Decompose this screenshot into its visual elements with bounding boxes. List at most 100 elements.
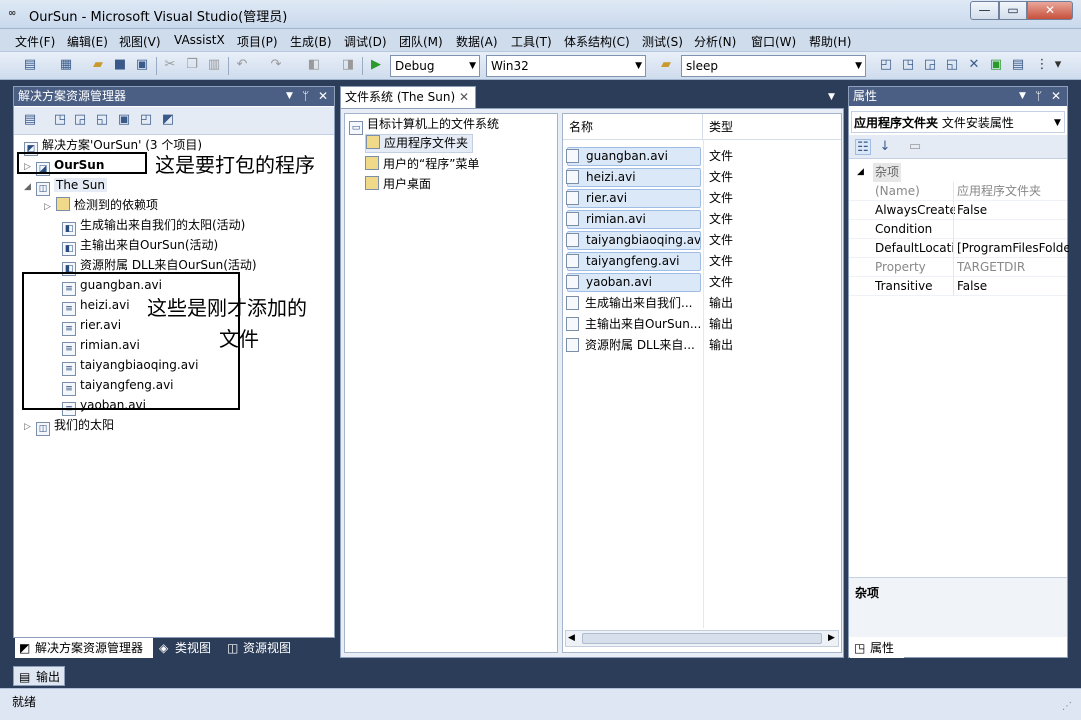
horizontal-scrollbar[interactable]: ◀ ▶: [565, 630, 839, 647]
file-node[interactable]: ≡ taiyangbiaoqing.avi: [62, 355, 199, 376]
menu-tools[interactable]: 工具(T): [511, 33, 552, 50]
copy-icon[interactable]: ❐: [184, 57, 200, 73]
file-node[interactable]: ≡ rier.avi: [62, 315, 121, 336]
close-window-button[interactable]: ✕: [1027, 1, 1073, 20]
pin-icon[interactable]: ᛘ: [302, 87, 309, 106]
scrollbar-thumb[interactable]: [582, 633, 822, 644]
expand-arrow-icon[interactable]: ▷: [24, 417, 36, 437]
file-types-editor-icon[interactable]: ◱: [94, 112, 110, 128]
tab-properties[interactable]: ◳ 属性: [850, 638, 904, 658]
panel-menu-icon[interactable]: ▼: [286, 87, 293, 106]
menu-help[interactable]: 帮助(H): [809, 33, 851, 50]
list-item[interactable]: rimian.avi 文件: [563, 209, 841, 230]
custom-actions-editor-icon[interactable]: ◰: [138, 112, 154, 128]
list-item[interactable]: 生成输出来自我们... 输出: [563, 293, 841, 314]
resize-grip-icon[interactable]: ⋰: [1062, 701, 1072, 712]
navigate-back-icon[interactable]: ◧: [306, 57, 322, 73]
close-tab-icon[interactable]: ✕: [459, 87, 469, 107]
cut-icon[interactable]: ✂: [162, 57, 178, 73]
navigate-forward-icon[interactable]: ◨: [340, 57, 356, 73]
tab-output[interactable]: ▤ 输出: [13, 666, 65, 686]
property-row[interactable]: AlwaysCreate False: [849, 201, 1067, 220]
close-panel-icon[interactable]: ✕: [318, 87, 328, 106]
property-pages-icon[interactable]: ▭: [907, 139, 923, 155]
output-node[interactable]: ◧ 生成输出来自我们的太阳(活动): [62, 215, 245, 236]
menu-file[interactable]: 文件(F): [15, 33, 55, 50]
list-item[interactable]: 主输出来自OurSun... 输出: [563, 314, 841, 335]
find-combo[interactable]: sleep ▼: [681, 55, 866, 77]
file-node[interactable]: ≡ rimian.avi: [62, 335, 140, 356]
file-node[interactable]: ≡ heizi.avi: [62, 295, 130, 316]
menu-test[interactable]: 测试(S): [642, 33, 683, 50]
property-row[interactable]: (Name) 应用程序文件夹: [849, 182, 1067, 201]
undo-icon[interactable]: ↶: [234, 57, 250, 73]
add-item-icon[interactable]: ▦: [58, 57, 74, 73]
toolbar-options-icon[interactable]: ⋮: [1034, 57, 1050, 73]
menu-window[interactable]: 窗口(W): [751, 33, 796, 50]
menu-data[interactable]: 数据(A): [456, 33, 498, 50]
file-node[interactable]: ≡ yaoban.avi: [62, 395, 146, 416]
menu-architecture[interactable]: 体系结构(C): [564, 33, 630, 50]
solution-platform-combo[interactable]: Win32 ▼: [486, 55, 646, 77]
collapse-arrow-icon[interactable]: ◢: [24, 177, 36, 197]
tree-item-programs-menu[interactable]: 用户的“程序”菜单: [365, 154, 479, 174]
property-row[interactable]: Property TARGETDIR: [849, 258, 1067, 277]
solution-explorer-icon[interactable]: ◰: [878, 57, 894, 73]
tab-class-view[interactable]: ◈ 类视图: [155, 638, 221, 658]
project-node-thesun[interactable]: ◢ ◫ The Sun: [24, 175, 107, 197]
project-node-ourtaiyang[interactable]: ▷ ◫ 我们的太阳: [24, 415, 114, 437]
list-item[interactable]: rier.avi 文件: [563, 188, 841, 209]
menu-vassistx[interactable]: VAssistX: [174, 33, 225, 47]
tree-item-user-desktop[interactable]: 用户桌面: [365, 174, 431, 194]
categorized-icon[interactable]: ☷: [855, 139, 871, 155]
tab-toolbox[interactable]: ✕ 工具箱: [906, 638, 976, 658]
object-browser-icon[interactable]: ◲: [922, 57, 938, 73]
minimize-button[interactable]: —: [970, 1, 999, 20]
start-page-icon[interactable]: ▣: [988, 57, 1004, 73]
solution-configuration-combo[interactable]: Debug ▼: [390, 55, 480, 77]
list-item[interactable]: yaoban.avi 文件: [563, 272, 841, 293]
menu-analyze[interactable]: 分析(N): [694, 33, 736, 50]
start-debugging-icon[interactable]: ▶: [368, 57, 384, 73]
save-icon[interactable]: ■: [112, 57, 128, 73]
property-row[interactable]: DefaultLocation[ProgramFilesFolder]: [849, 239, 1069, 258]
output-node[interactable]: ◧ 主输出来自OurSun(活动): [62, 235, 218, 256]
menu-edit[interactable]: 编辑(E): [67, 33, 108, 50]
open-folder-icon[interactable]: ▰: [90, 57, 106, 73]
document-list-icon[interactable]: ▼: [828, 92, 835, 102]
scroll-right-icon[interactable]: ▶: [828, 631, 835, 646]
tree-root[interactable]: ▭ 目标计算机上的文件系统: [349, 114, 499, 135]
list-item[interactable]: guangban.avi 文件: [563, 146, 841, 167]
menu-team[interactable]: 团队(M): [399, 33, 443, 50]
file-node[interactable]: ≡ taiyangfeng.avi: [62, 375, 174, 396]
new-project-icon[interactable]: ▤: [22, 57, 38, 73]
detected-dependencies-node[interactable]: ▷ 检测到的依赖项: [44, 195, 158, 215]
toolbar-overflow-icon[interactable]: ▾: [1050, 57, 1066, 73]
list-item[interactable]: heizi.avi 文件: [563, 167, 841, 188]
menu-view[interactable]: 视图(V): [119, 33, 161, 50]
registry-editor-icon[interactable]: ◲: [72, 112, 88, 128]
save-all-icon[interactable]: ▣: [134, 57, 150, 73]
extension-manager-icon[interactable]: ▤: [1010, 57, 1026, 73]
collapse-arrow-icon[interactable]: ◢: [857, 163, 864, 182]
properties-icon[interactable]: ▤: [22, 112, 38, 128]
paste-icon[interactable]: ▥: [206, 57, 222, 73]
tab-file-system[interactable]: 文件系统 (The Sun) ✕: [340, 86, 476, 108]
property-row[interactable]: Transitive False: [849, 277, 1067, 296]
panel-menu-icon[interactable]: ▼: [1019, 87, 1026, 106]
redo-icon[interactable]: ↷: [268, 57, 284, 73]
menu-debug[interactable]: 调试(D): [344, 33, 387, 50]
column-header-name[interactable]: 名称: [563, 114, 703, 140]
property-row[interactable]: Condition: [849, 220, 1067, 239]
expand-arrow-icon[interactable]: ▷: [44, 197, 56, 217]
column-header-type[interactable]: 类型: [703, 114, 841, 140]
close-panel-icon[interactable]: ✕: [1051, 87, 1061, 106]
tab-resource-view[interactable]: ◫ 资源视图: [223, 638, 303, 658]
object-selector[interactable]: 应用程序文件夹 文件安装属性 ▼: [851, 111, 1065, 133]
tree-item-application-folder[interactable]: 应用程序文件夹: [365, 134, 474, 153]
tab-solution-explorer[interactable]: ◩ 解决方案资源管理器: [15, 638, 153, 658]
output-node[interactable]: ◧ 资源附属 DLL来自OurSun(活动): [62, 255, 257, 276]
menu-project[interactable]: 项目(P): [237, 33, 278, 50]
property-category[interactable]: ◢ 杂项: [849, 163, 1067, 182]
expand-arrow-icon[interactable]: ▷: [24, 157, 36, 177]
